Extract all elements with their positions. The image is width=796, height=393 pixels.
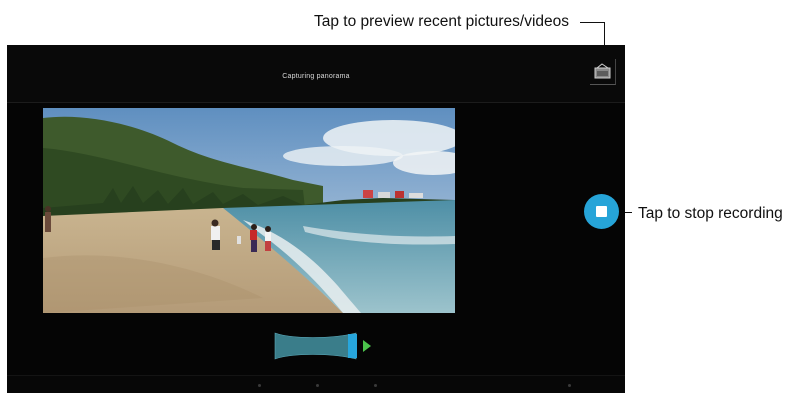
nav-dot bbox=[316, 384, 319, 387]
panorama-preview-image bbox=[43, 108, 455, 313]
nav-dot bbox=[258, 384, 261, 387]
preview-hint-leader-line bbox=[580, 22, 605, 23]
panorama-progress-icon bbox=[274, 332, 371, 360]
stop-hint-annotation: Tap to stop recording bbox=[638, 205, 783, 222]
camera-top-bar: Capturing panorama bbox=[7, 45, 625, 103]
preview-hint-annotation: Tap to preview recent pictures/videos bbox=[314, 13, 570, 30]
stop-square-icon bbox=[596, 206, 607, 217]
stop-recording-button[interactable] bbox=[584, 194, 619, 229]
panorama-progress-indicator bbox=[272, 332, 374, 360]
capture-status-title: Capturing panorama bbox=[282, 73, 350, 80]
nav-dot bbox=[374, 384, 377, 387]
gallery-preview-button[interactable] bbox=[590, 59, 616, 85]
system-navigation-bar bbox=[7, 375, 625, 393]
gallery-thumbnail-icon bbox=[594, 63, 611, 79]
camera-screen: Capturing panorama bbox=[7, 45, 625, 393]
nav-dot bbox=[568, 384, 571, 387]
